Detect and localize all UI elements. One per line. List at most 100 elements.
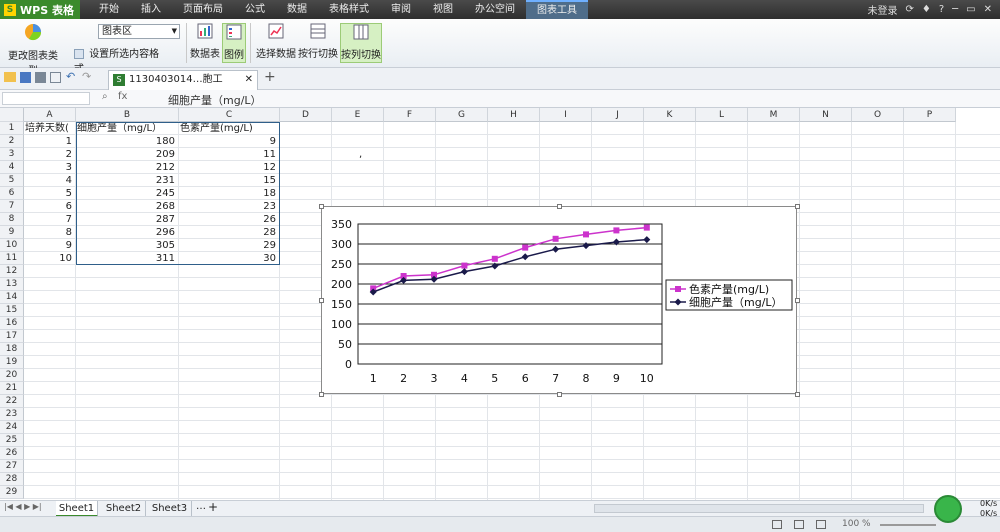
- resize-handle[interactable]: [557, 204, 562, 209]
- menu-review[interactable]: 审阅: [380, 0, 422, 19]
- resize-handle[interactable]: [319, 298, 324, 303]
- row-header[interactable]: 2: [0, 135, 24, 148]
- row-header[interactable]: 14: [0, 291, 24, 304]
- zoom-slider[interactable]: [880, 524, 936, 526]
- sheet-tab-3[interactable]: Sheet3: [148, 501, 192, 517]
- help-icon[interactable]: ?: [939, 4, 944, 15]
- switch-row-button[interactable]: 按行切换: [298, 23, 338, 63]
- restore-icon[interactable]: ▭: [966, 4, 975, 15]
- row-header[interactable]: 15: [0, 304, 24, 317]
- table-cell[interactable]: 9: [25, 239, 75, 252]
- switch-column-button[interactable]: 按列切换: [340, 23, 382, 63]
- row-header[interactable]: 16: [0, 317, 24, 330]
- table-cell[interactable]: 5: [25, 187, 75, 200]
- chart-element-select[interactable]: 图表区 ▼: [98, 24, 180, 39]
- row-header[interactable]: 17: [0, 330, 24, 343]
- data-table-button[interactable]: 数据表: [190, 23, 220, 63]
- resize-handle[interactable]: [795, 298, 800, 303]
- column-header[interactable]: F: [384, 108, 436, 122]
- row-header[interactable]: 29: [0, 486, 24, 499]
- column-header[interactable]: L: [696, 108, 748, 122]
- table-cell[interactable]: 4: [25, 174, 75, 187]
- select-data-button[interactable]: 选择数据: [256, 23, 296, 63]
- row-header[interactable]: 8: [0, 213, 24, 226]
- menu-table-style[interactable]: 表格样式: [318, 0, 380, 19]
- resize-handle[interactable]: [319, 204, 324, 209]
- row-header[interactable]: 26: [0, 447, 24, 460]
- menu-formula[interactable]: 公式: [234, 0, 276, 19]
- row-header[interactable]: 12: [0, 265, 24, 278]
- zoom-fit-icon[interactable]: [816, 520, 826, 529]
- fx-icon[interactable]: fx: [118, 91, 127, 102]
- app-menu-button[interactable]: S WPS 表格: [0, 0, 80, 19]
- menu-insert[interactable]: 插入: [130, 0, 172, 19]
- table-cell[interactable]: 3: [25, 161, 75, 174]
- row-header[interactable]: 22: [0, 395, 24, 408]
- row-header[interactable]: 10: [0, 239, 24, 252]
- table-cell[interactable]: 2: [25, 148, 75, 161]
- change-chart-type-button[interactable]: 更改图表类型: [4, 23, 62, 77]
- row-header[interactable]: 19: [0, 356, 24, 369]
- table-cell[interactable]: 培养天数(: [25, 122, 75, 135]
- menu-page-layout[interactable]: 页面布局: [172, 0, 234, 19]
- table-cell[interactable]: 8: [25, 226, 75, 239]
- formula-value[interactable]: 细胞产量（mg/L）: [168, 92, 262, 108]
- page-view-icon[interactable]: [794, 520, 804, 529]
- skin-icon[interactable]: ♦: [922, 4, 931, 15]
- row-header[interactable]: 11: [0, 252, 24, 265]
- preview-icon[interactable]: [50, 72, 61, 83]
- open-icon[interactable]: [4, 72, 16, 82]
- more-sheets-icon[interactable]: …: [196, 501, 206, 512]
- name-box[interactable]: [2, 92, 90, 105]
- row-header[interactable]: 7: [0, 200, 24, 213]
- row-header[interactable]: 24: [0, 421, 24, 434]
- row-header[interactable]: 4: [0, 161, 24, 174]
- table-cell[interactable]: 6: [25, 200, 75, 213]
- select-all-corner[interactable]: [0, 108, 24, 122]
- new-tab-button[interactable]: +: [264, 69, 276, 85]
- close-icon[interactable]: ✕: [984, 4, 992, 15]
- row-header[interactable]: 28: [0, 473, 24, 486]
- column-header[interactable]: H: [488, 108, 540, 122]
- menu-office-space[interactable]: 办公空间: [464, 0, 526, 19]
- table-cell[interactable]: 1: [25, 135, 75, 148]
- redo-icon[interactable]: ↷: [82, 70, 91, 83]
- resize-handle[interactable]: [557, 392, 562, 397]
- refresh-icon[interactable]: ⟳: [905, 4, 913, 15]
- row-header[interactable]: 5: [0, 174, 24, 187]
- save-icon[interactable]: [20, 72, 31, 83]
- column-header[interactable]: O: [852, 108, 904, 122]
- minimize-icon[interactable]: ─: [952, 4, 958, 15]
- close-tab-icon[interactable]: ✕: [245, 71, 253, 89]
- column-header[interactable]: M: [748, 108, 800, 122]
- document-tab[interactable]: S 1130403014…胞工程）.xls * ✕: [108, 70, 258, 103]
- menu-view[interactable]: 视图: [422, 0, 464, 19]
- menu-home[interactable]: 开始: [88, 0, 130, 19]
- column-header[interactable]: D: [280, 108, 332, 122]
- row-header[interactable]: 20: [0, 369, 24, 382]
- table-cell[interactable]: 7: [25, 213, 75, 226]
- normal-view-icon[interactable]: [772, 520, 782, 529]
- resize-handle[interactable]: [795, 392, 800, 397]
- column-header[interactable]: N: [800, 108, 852, 122]
- menu-chart-tools[interactable]: 图表工具: [526, 0, 588, 19]
- sheet-tab-2[interactable]: Sheet2: [102, 501, 146, 517]
- sheet-tab-1[interactable]: Sheet1: [56, 501, 98, 517]
- column-header[interactable]: I: [540, 108, 592, 122]
- column-header[interactable]: C: [179, 108, 280, 122]
- row-header[interactable]: 21: [0, 382, 24, 395]
- resize-handle[interactable]: [319, 392, 324, 397]
- print-icon[interactable]: [35, 72, 46, 83]
- menu-data[interactable]: 数据: [276, 0, 318, 19]
- resize-handle[interactable]: [795, 204, 800, 209]
- column-header[interactable]: B: [76, 108, 179, 122]
- column-header[interactable]: P: [904, 108, 956, 122]
- row-header[interactable]: 25: [0, 434, 24, 447]
- row-header[interactable]: 1: [0, 122, 24, 135]
- horizontal-scrollbar[interactable]: [594, 504, 924, 513]
- column-header[interactable]: A: [24, 108, 76, 122]
- row-header[interactable]: 3: [0, 148, 24, 161]
- first-sheet-icon[interactable]: |◀ ◀ ▶ ▶|: [4, 502, 42, 511]
- column-header[interactable]: K: [644, 108, 696, 122]
- legend-button[interactable]: 图例: [222, 23, 246, 63]
